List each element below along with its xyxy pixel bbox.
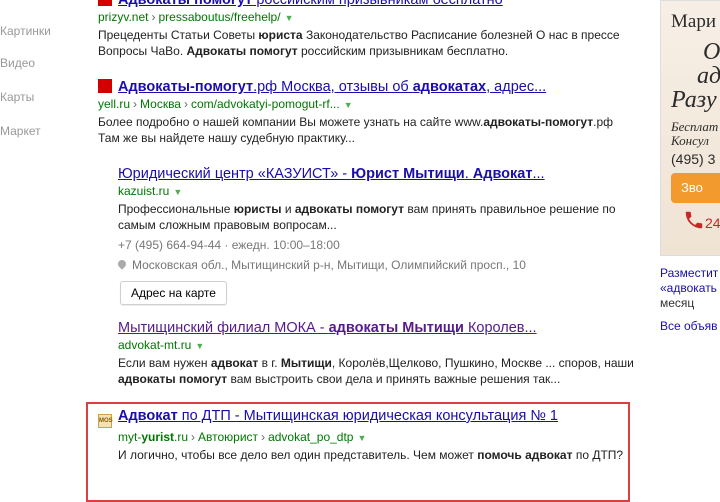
result-url-crumb: com/advokatyi-pomogut-rf... [190, 97, 340, 111]
map-address-button[interactable]: Адрес на карте [120, 281, 227, 305]
place-ad-link[interactable]: Разместит [660, 266, 720, 281]
site-favicon-icon [98, 0, 112, 6]
search-result: Мытищинский филиал МОКА - адвокаты Мытищ… [98, 320, 638, 387]
result-url[interactable]: yell.ru › Москва › com/advokatyi-pomogut-rf.… [98, 97, 638, 111]
highlight-frame [86, 402, 630, 502]
result-url-path: pressaboutus/freehelp/ [158, 10, 281, 24]
highlighted-term: Адвокаты помогут [118, 0, 253, 8]
highlighted-term: Юрист Мытищи [351, 166, 465, 182]
result-title-text: Адвокаты-помогут.рф Москва, отзывы об ад… [118, 79, 546, 95]
nav-video[interactable]: Видео [0, 56, 35, 70]
text-fragment: .рф Москва, отзывы об [253, 79, 413, 95]
text-fragment: вам выстроить свои дела и принять важные… [227, 372, 561, 386]
address-text: Московская обл., Мытищинский р-н, Мытищи… [132, 258, 526, 272]
result-address: Московская обл., Мытищинский р-н, Мытищи… [98, 257, 638, 273]
dropdown-arrow-icon[interactable]: ▼ [344, 100, 353, 110]
phone-icon [685, 211, 703, 229]
query-link[interactable]: «адвокать [660, 281, 720, 296]
text-fragment: Если вам нужен [118, 356, 211, 370]
search-result: Адвокаты помогут российским призывникам … [98, 0, 638, 59]
result-url-host: prizyv.net [98, 10, 149, 24]
ad-text: адв [697, 63, 720, 89]
highlighted-term: юриста [258, 28, 303, 42]
ad-text: Мари [671, 11, 716, 32]
ad-phone: (495) 3 [671, 151, 716, 167]
result-title-link[interactable]: Мытищинский филиал МОКА - адвокаты Мытищ… [98, 320, 638, 336]
highlighted-term: Мытищи [280, 356, 332, 370]
highlighted-term: Адвокаты-помогут [118, 79, 254, 95]
result-url[interactable]: advokat-mt.ru ▼ [98, 338, 638, 352]
highlighted-term: адвокат [210, 356, 259, 370]
result-url-host: kazuist.ru [118, 184, 170, 198]
text-fragment: Профессиональные [118, 202, 234, 216]
text-fragment: Королев... [463, 320, 537, 336]
ad-text: О [703, 39, 720, 65]
highlighted-term: адвокаты помогут [294, 202, 405, 216]
ad-call-button[interactable]: Зво [671, 173, 720, 203]
result-url-crumb: Москва [140, 97, 181, 111]
ad-text: Разу [671, 87, 717, 113]
highlighted-term: адвокаты помогут [118, 372, 228, 386]
result-phone-hours: +7 (495) 664-94-44 · ежедн. 10:00–18:00 [118, 238, 340, 252]
ad-text: Консул [671, 133, 709, 148]
text-fragment: Мытищинский филиал МОКА - [118, 320, 329, 336]
text-fragment: ... [532, 166, 545, 182]
dropdown-arrow-icon[interactable]: ▼ [285, 13, 294, 23]
text-fragment: российским призывникам бесплатно [252, 0, 503, 8]
text-fragment: Более подробно о нашей компании Вы может… [98, 115, 484, 129]
result-title-text: Адвокаты помогут российским призывникам … [118, 0, 503, 8]
highlighted-term: юристы [233, 202, 282, 216]
dropdown-arrow-icon[interactable]: ▼ [195, 341, 204, 351]
ad-sidebar-links: Разместит «адвокать месяц Все объяв [660, 266, 720, 334]
highlighted-term: адвокаты Мытищи [328, 320, 464, 336]
ad-phone-fragment: 24 [705, 215, 720, 231]
text-fragment: , адрес... [486, 79, 547, 95]
search-result: Юридический центр «КАЗУИСТ» - Юрист Мыти… [98, 166, 638, 305]
result-snippet: Если вам нужен адвокат в г. Мытищи, Коро… [98, 355, 638, 387]
result-url-host: yell.ru [98, 97, 131, 111]
result-snippet: Более подробно о нашей компании Вы может… [98, 114, 638, 146]
highlighted-term: Адвокат [472, 166, 533, 182]
text-fragment: . [464, 166, 473, 182]
result-url[interactable]: prizyv.net › pressaboutus/freehelp/▼ [98, 10, 638, 24]
result-title-text: Мытищинский филиал МОКА - адвокаты Мытищ… [118, 320, 537, 336]
highlighted-term: адвокатах [412, 79, 487, 95]
text-fragment: Юридический центр «КАЗУИСТ» - [118, 166, 352, 182]
nav-market[interactable]: Маркет [0, 124, 41, 138]
result-url-host: advokat-mt.ru [118, 338, 192, 352]
text-fragment: Прецеденты Статьи Советы [98, 28, 259, 42]
result-title-link[interactable]: Адвокаты-помогут.рф Москва, отзывы об ад… [98, 79, 638, 95]
result-url[interactable]: kazuist.ru ▼ [98, 184, 638, 198]
map-pin-icon [116, 258, 128, 270]
month-text: месяц [660, 296, 695, 310]
result-snippet: Прецеденты Статьи Советы юриста Законода… [98, 27, 638, 59]
nav-images[interactable]: Картинки [0, 24, 51, 38]
highlighted-term: Адвокаты помогут [186, 44, 298, 58]
text-fragment: российским призывникам бесплатно. [297, 44, 509, 58]
text-fragment: в г. [258, 356, 281, 370]
nav-maps[interactable]: Карты [0, 90, 34, 104]
site-favicon-icon [98, 79, 112, 93]
ad-banner[interactable]: Мари О адв Разу Бесплат Консул (495) 3 З… [660, 0, 720, 256]
result-title-link[interactable]: Юридический центр «КАЗУИСТ» - Юрист Мыти… [98, 166, 638, 182]
dropdown-arrow-icon[interactable]: ▼ [173, 187, 182, 197]
search-result: Адвокаты-помогут.рф Москва, отзывы об ад… [98, 79, 638, 146]
text-fragment: , Королёв,Щелково, Пушкино, Москве ... с… [331, 356, 634, 370]
text-fragment: и [281, 202, 295, 216]
all-ads-link[interactable]: Все объяв [660, 319, 720, 334]
result-title-text: Юридический центр «КАЗУИСТ» - Юрист Мыти… [118, 166, 545, 182]
result-title-link[interactable]: Адвокаты помогут российским призывникам … [98, 0, 638, 8]
highlighted-term: адвокаты-помогут [483, 115, 594, 129]
result-snippet: Профессиональные юристы и адвокаты помог… [98, 201, 638, 233]
